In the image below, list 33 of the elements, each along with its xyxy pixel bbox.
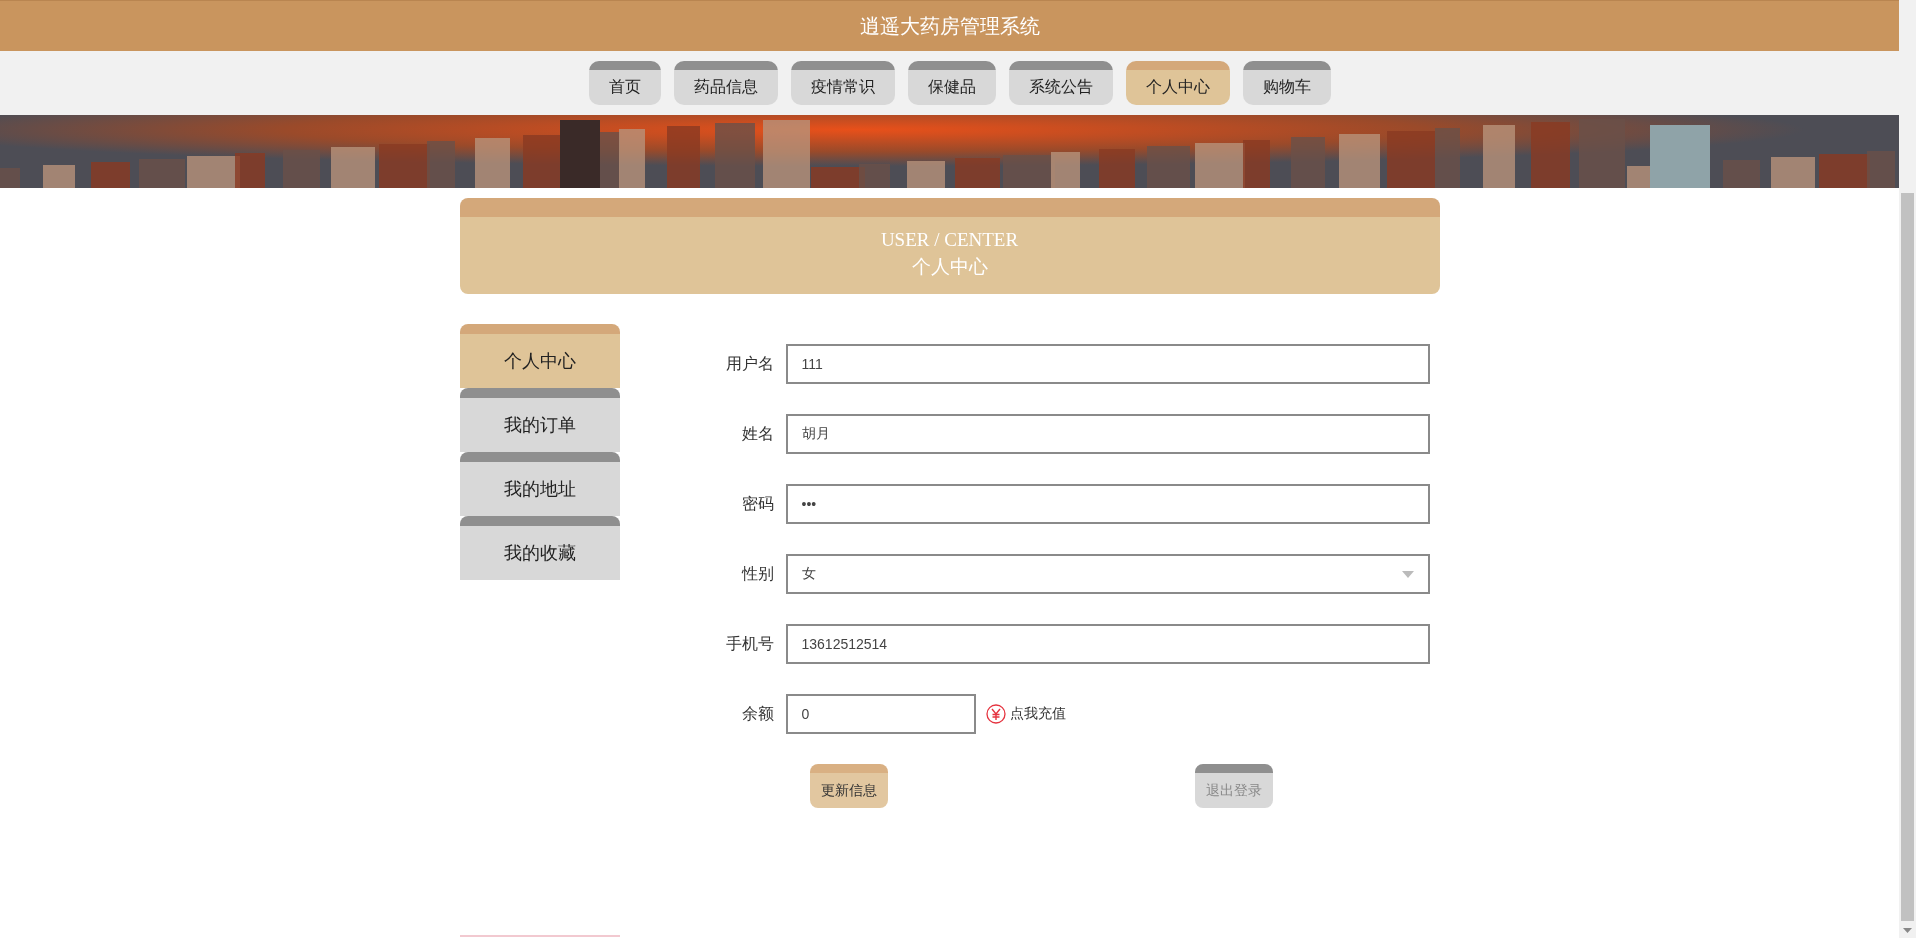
field-label: 用户名 [724,353,775,374]
field-label: 余额 [740,703,775,724]
nav-tab[interactable]: 首页 [588,61,661,105]
nav-tab[interactable]: 个人中心 [1125,61,1230,105]
caret-icon [1401,570,1414,578]
sidebar-item[interactable]: 我的地址 [459,452,620,516]
field-label: 手机号 [724,633,775,654]
input-field[interactable]: 13612512514 [785,624,1430,664]
input-field[interactable]: 0 [785,694,976,734]
update-button[interactable]: 更新信息 [809,764,888,808]
sidebar-item[interactable]: 我的收藏 [459,516,620,580]
nav-tab[interactable]: 购物车 [1242,61,1331,105]
heading-chinese: 个人中心 [911,255,988,279]
input-field[interactable]: 111 [785,344,1430,384]
recharge-link[interactable]: 点我充值 [985,704,1066,724]
sidebar-item[interactable]: 个人中心 [459,324,620,388]
field-label: 姓名 [740,423,775,444]
nav-tab[interactable]: 药品信息 [673,61,778,105]
scroll-down-icon[interactable] [1903,928,1912,933]
yen-icon [985,704,1006,724]
site-title: 逍遥大药房管理系统 [859,13,1040,39]
nav-tab[interactable]: 保健品 [907,61,996,105]
nav-tab[interactable]: 疫情常识 [790,61,895,105]
nav-tab[interactable]: 系统公告 [1008,61,1113,105]
scrollbar[interactable] [1899,0,1916,938]
field-label: 性别 [740,563,775,584]
scrollbar-thumb[interactable] [1901,193,1914,921]
sidebar-item[interactable]: 我的订单 [459,388,620,452]
input-field[interactable]: 胡月 [785,414,1430,454]
heading-english: USER / CENTER [880,228,1019,252]
input-field[interactable]: ••• [785,484,1430,524]
select-field[interactable]: 女 [785,554,1430,594]
field-label: 密码 [740,493,775,514]
